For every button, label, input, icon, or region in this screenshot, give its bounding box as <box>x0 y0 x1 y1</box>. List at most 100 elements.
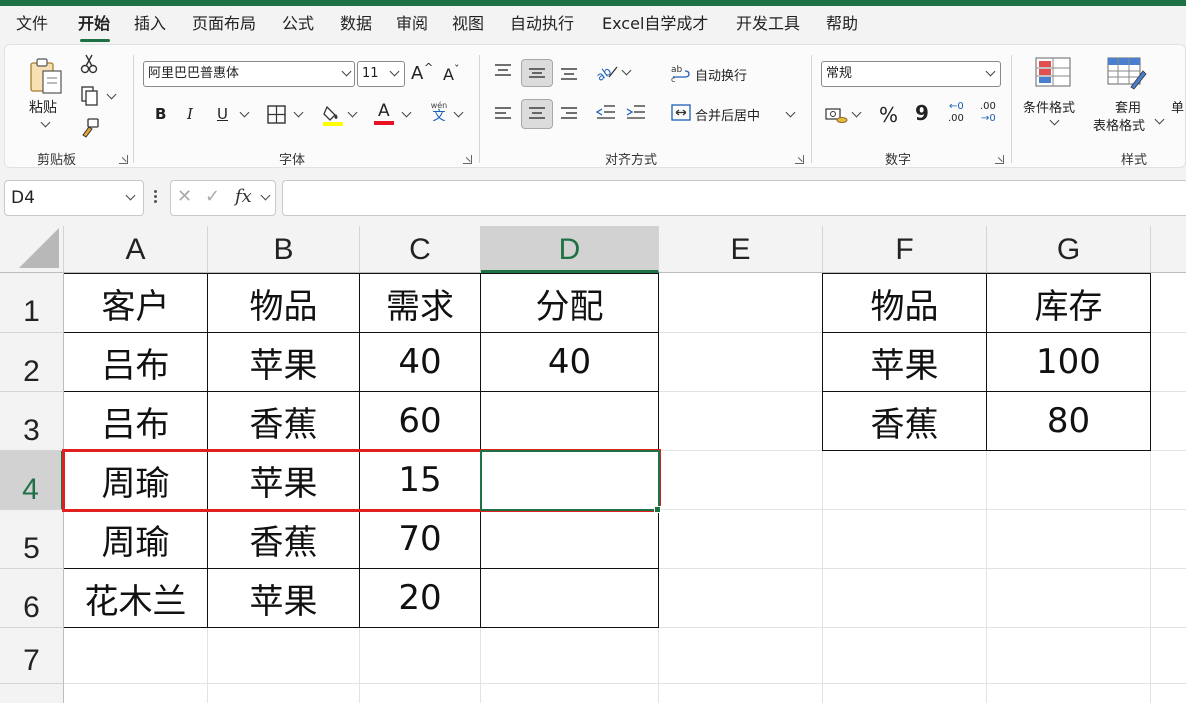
tab-help[interactable]: 帮助 <box>826 6 858 42</box>
orientation-dropdown-chevron-icon[interactable] <box>621 65 632 76</box>
cell-b1[interactable]: 物品 <box>208 274 359 332</box>
accounting-dropdown-chevron-icon[interactable] <box>851 107 862 118</box>
format-as-table-label-2[interactable]: 表格格式 <box>1093 115 1145 134</box>
column-header-d[interactable]: D <box>481 226 659 273</box>
font-color-icon[interactable]: A <box>373 101 397 127</box>
conditional-formatting-chevron-icon[interactable] <box>1049 115 1060 126</box>
row-header-1[interactable]: 1 <box>0 273 64 333</box>
format-as-table-icon[interactable] <box>1107 57 1147 91</box>
number-format-combobox[interactable]: 常规 <box>821 61 1001 87</box>
cell-g3[interactable]: 80 <box>987 392 1150 450</box>
tab-home[interactable]: 开始 <box>78 6 110 42</box>
cell-d1[interactable]: 分配 <box>481 274 658 332</box>
tab-page-layout[interactable]: 页面布局 <box>192 6 256 42</box>
paste-label[interactable]: 粘贴 <box>29 97 57 117</box>
paste-button[interactable] <box>27 57 65 97</box>
percent-style-button[interactable]: % <box>879 103 898 127</box>
cell-g1[interactable]: 库存 <box>987 274 1150 332</box>
column-header-a[interactable]: A <box>64 226 208 273</box>
cut-icon[interactable] <box>79 53 99 75</box>
align-top-icon[interactable] <box>493 63 513 79</box>
phonetic-dropdown-chevron-icon[interactable] <box>453 107 464 118</box>
conditional-formatting-icon[interactable] <box>1035 57 1071 89</box>
column-header-e[interactable]: E <box>659 226 823 273</box>
align-center-button[interactable] <box>521 99 553 129</box>
column-header-g[interactable]: G <box>987 226 1151 273</box>
cell-a2[interactable]: 吕布 <box>64 333 207 391</box>
column-header-h[interactable] <box>1151 226 1186 273</box>
conditional-formatting-label[interactable]: 条件格式 <box>1023 97 1075 116</box>
fill-color-dropdown-chevron-icon[interactable] <box>347 107 358 118</box>
font-size-combobox[interactable]: 11 <box>357 61 405 87</box>
insert-function-icon[interactable]: fx <box>235 186 252 207</box>
alignment-dialog-launcher-icon[interactable] <box>795 155 804 164</box>
wrap-text-icon[interactable]: ab c <box>671 63 691 84</box>
fx-chevron-icon[interactable] <box>260 190 271 201</box>
copy-icon[interactable] <box>79 85 101 107</box>
column-header-f[interactable]: F <box>823 226 987 273</box>
cell-c6[interactable]: 20 <box>360 569 480 627</box>
cell-f1[interactable]: 物品 <box>823 274 986 332</box>
cell-c2[interactable]: 40 <box>360 333 480 391</box>
confirm-entry-icon[interactable]: ✓ <box>205 186 220 207</box>
merge-center-icon[interactable] <box>671 103 691 123</box>
fill-color-icon[interactable] <box>321 103 345 127</box>
row-header-3[interactable]: 3 <box>0 392 64 451</box>
underline-dropdown-chevron-icon[interactable] <box>239 107 250 118</box>
tab-developer[interactable]: 开发工具 <box>736 6 800 42</box>
font-dialog-launcher-icon[interactable] <box>463 155 472 164</box>
tab-data[interactable]: 数据 <box>340 6 372 42</box>
decrease-indent-icon[interactable] <box>595 103 617 123</box>
cell-b2[interactable]: 苹果 <box>208 333 359 391</box>
cell-c3[interactable]: 60 <box>360 392 480 450</box>
bold-button[interactable]: B <box>155 105 166 123</box>
font-color-dropdown-chevron-icon[interactable] <box>401 107 412 118</box>
increase-indent-icon[interactable] <box>625 103 647 123</box>
align-middle-button[interactable] <box>521 59 553 87</box>
merge-center-label[interactable]: 合并后居中 <box>695 105 760 124</box>
increase-decimal-icon[interactable]: ←0 .00 <box>943 101 971 127</box>
borders-dropdown-chevron-icon[interactable] <box>293 107 304 118</box>
align-bottom-icon[interactable] <box>559 65 579 81</box>
tab-excel-self-study[interactable]: Excel自学成才 <box>602 6 708 42</box>
shrink-font-icon[interactable]: Aˇ <box>443 63 467 87</box>
cell-a6[interactable]: 花木兰 <box>64 569 207 627</box>
tab-view[interactable]: 视图 <box>452 6 484 42</box>
cell-b6[interactable]: 苹果 <box>208 569 359 627</box>
name-box[interactable]: D4 <box>4 180 144 216</box>
format-as-table-chevron-icon[interactable] <box>1154 114 1165 125</box>
format-as-table-label-1[interactable]: 套用 <box>1115 97 1141 116</box>
grow-font-icon[interactable]: A ^ <box>411 61 435 85</box>
align-left-icon[interactable] <box>493 105 513 123</box>
decrease-decimal-icon[interactable]: .00 →0 <box>975 101 1003 127</box>
tab-formulas[interactable]: 公式 <box>282 6 314 42</box>
cell-a3[interactable]: 吕布 <box>64 392 207 450</box>
align-right-icon[interactable] <box>559 105 579 123</box>
borders-icon[interactable] <box>267 105 287 125</box>
select-all-button[interactable] <box>0 226 64 273</box>
row-header-4[interactable]: 4 <box>0 451 64 510</box>
cell-g2[interactable]: 100 <box>987 333 1150 391</box>
formula-bar-splitter-icon[interactable] <box>154 190 157 204</box>
row-header-8[interactable] <box>0 684 64 703</box>
number-dialog-launcher-icon[interactable] <box>995 155 1004 164</box>
cell-d5[interactable] <box>481 510 658 568</box>
cell-c1[interactable]: 需求 <box>360 274 480 332</box>
orientation-icon[interactable]: ab <box>594 61 619 84</box>
name-box-chevron-icon[interactable] <box>125 190 136 201</box>
column-header-b[interactable]: B <box>208 226 360 273</box>
comma-style-button[interactable]: 9 <box>915 101 929 125</box>
column-header-c[interactable]: C <box>360 226 481 273</box>
font-name-combobox[interactable]: 阿里巴巴普惠体 <box>143 61 355 87</box>
cell-b3[interactable]: 香蕉 <box>208 392 359 450</box>
paste-dropdown-chevron-icon[interactable] <box>40 117 51 128</box>
fill-handle[interactable] <box>654 506 661 513</box>
format-painter-icon[interactable] <box>79 117 101 139</box>
cancel-entry-icon[interactable]: ✕ <box>177 186 192 207</box>
spreadsheet-grid[interactable]: A B C D E F G 1 2 3 4 5 6 7 客户 物品 需求 分配 … <box>0 226 1186 703</box>
tab-review[interactable]: 审阅 <box>396 6 428 42</box>
underline-button[interactable]: U <box>217 105 228 123</box>
row-header-5[interactable]: 5 <box>0 510 64 569</box>
cell-f3[interactable]: 香蕉 <box>823 392 986 450</box>
tab-insert[interactable]: 插入 <box>134 6 166 42</box>
